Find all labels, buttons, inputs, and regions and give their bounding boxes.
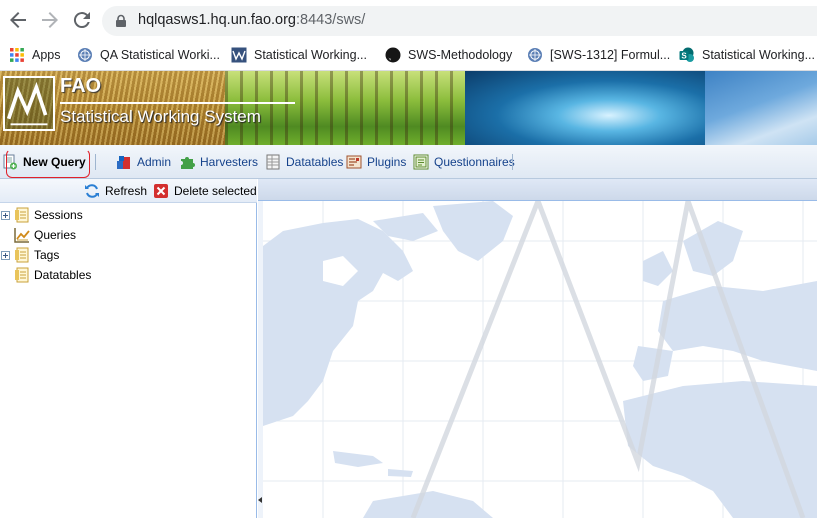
refresh-icon <box>85 184 99 198</box>
github-icon <box>385 47 401 63</box>
bookmark-sws-1312[interactable]: [SWS-1312] Formul... <box>527 46 670 64</box>
workspace-header <box>258 179 817 201</box>
folder-tree-icon <box>15 267 29 283</box>
navigation-toolbar: Refresh Delete selected <box>0 179 257 203</box>
tree-node-sessions[interactable]: Sessions <box>0 206 83 224</box>
harvesters-button[interactable]: Harvesters <box>179 153 258 171</box>
questionnaire-icon <box>413 154 429 170</box>
questionnaires-button[interactable]: Questionnaires <box>413 153 515 171</box>
expand-toggle-icon[interactable] <box>1 210 10 220</box>
delete-selected-button[interactable]: Delete selected <box>153 183 257 199</box>
expand-toggle-icon[interactable] <box>1 250 10 260</box>
fao-globe-icon <box>528 48 542 62</box>
workspace-panel <box>258 179 817 518</box>
questionnaires-label: Questionnaires <box>434 155 515 169</box>
banner-sky-image <box>705 71 817 145</box>
toolbar-separator <box>95 154 96 170</box>
fao-globe-icon <box>78 48 92 62</box>
refresh-button[interactable]: Refresh <box>84 183 147 199</box>
bookmark-label: Apps <box>32 48 61 62</box>
bookmark-sharepoint-sws[interactable]: S Statistical Working... <box>679 46 815 64</box>
browser-address-bar: hqlqasws1.hq.un.fao.org:8443/sws/ <box>0 0 817 40</box>
bookmark-label: [SWS-1312] Formul... <box>550 48 671 62</box>
bookmark-sws-methodology[interactable]: SWS-Methodology <box>385 46 512 64</box>
sws-logo-icon <box>3 76 55 131</box>
refresh-label: Refresh <box>105 184 148 198</box>
forward-arrow-icon[interactable] <box>38 8 62 32</box>
puzzle-icon <box>181 157 195 169</box>
banner-divider <box>60 102 295 104</box>
back-arrow-icon[interactable] <box>6 8 30 32</box>
admin-button[interactable]: Admin <box>116 153 171 171</box>
plugins-icon <box>346 155 362 169</box>
org-name: FAO <box>60 75 102 97</box>
delete-selected-label: Delete selected <box>174 184 257 198</box>
app-banner: FAO Statistical Working System <box>0 71 817 145</box>
plugins-button[interactable]: Plugins <box>346 153 406 171</box>
bookmark-label: QA Statistical Worki... <box>100 48 220 62</box>
toolbar-separator <box>512 154 513 170</box>
sharepoint-icon: S <box>679 47 694 62</box>
url-path: :8443/sws/ <box>296 12 366 28</box>
bookmark-apps[interactable]: Apps <box>9 46 61 64</box>
red-annotation-outline <box>6 149 90 178</box>
harvesters-label: Harvesters <box>200 155 259 169</box>
collapse-arrow-icon[interactable] <box>258 497 262 503</box>
folder-tree-icon <box>15 247 29 263</box>
bookmark-label: Statistical Working... <box>254 48 368 62</box>
apps-grid-icon <box>10 48 24 62</box>
bookmark-label: SWS-Methodology <box>408 48 513 62</box>
datatables-label: Datatables <box>286 155 344 169</box>
tree-node-label: Tags <box>34 248 60 262</box>
admin-icon <box>117 156 130 169</box>
tree-node-tags[interactable]: Tags <box>0 246 59 264</box>
delete-icon <box>154 184 168 198</box>
main-toolbar: New Query Admin Harvesters Datatables Pl… <box>0 145 817 179</box>
bookmark-sws[interactable]: Statistical Working... <box>231 46 367 64</box>
banner-forest-image <box>225 71 465 145</box>
plugins-label: Plugins <box>367 155 407 169</box>
url-text: hqlqasws1.hq.un.fao.org:8443/sws/ <box>138 12 365 28</box>
tree-node-label: Datatables <box>34 268 92 282</box>
table-icon <box>266 154 280 170</box>
bookmarks-bar: Apps QA Statistical Worki... Statistical… <box>0 40 817 71</box>
banner-wave-image <box>465 71 705 145</box>
tree-node-queries[interactable]: Queries <box>0 226 76 244</box>
tree-node-label: Sessions <box>34 208 83 222</box>
admin-label: Admin <box>137 155 172 169</box>
tree-node-label: Queries <box>34 228 77 242</box>
tree-node-datatables[interactable]: Datatables <box>0 266 91 284</box>
url-field[interactable]: hqlqasws1.hq.un.fao.org:8443/sws/ <box>102 6 817 36</box>
chart-icon <box>14 228 30 243</box>
datatables-button[interactable]: Datatables <box>265 153 343 171</box>
folder-tree-icon <box>15 207 29 223</box>
navigation-panel: Refresh Delete selected Sessions Queries… <box>0 179 257 518</box>
fao-sws-icon <box>231 47 247 63</box>
svg-text:S: S <box>681 52 687 61</box>
lock-icon <box>116 14 126 27</box>
url-host: hqlqasws1.hq.un.fao.org <box>138 12 296 28</box>
world-map-background <box>263 201 817 518</box>
system-name: Statistical Working System <box>60 107 261 126</box>
bookmark-label: Statistical Working... <box>702 48 816 62</box>
bookmark-qa-sws[interactable]: QA Statistical Worki... <box>77 46 220 64</box>
reload-icon[interactable] <box>70 8 94 32</box>
